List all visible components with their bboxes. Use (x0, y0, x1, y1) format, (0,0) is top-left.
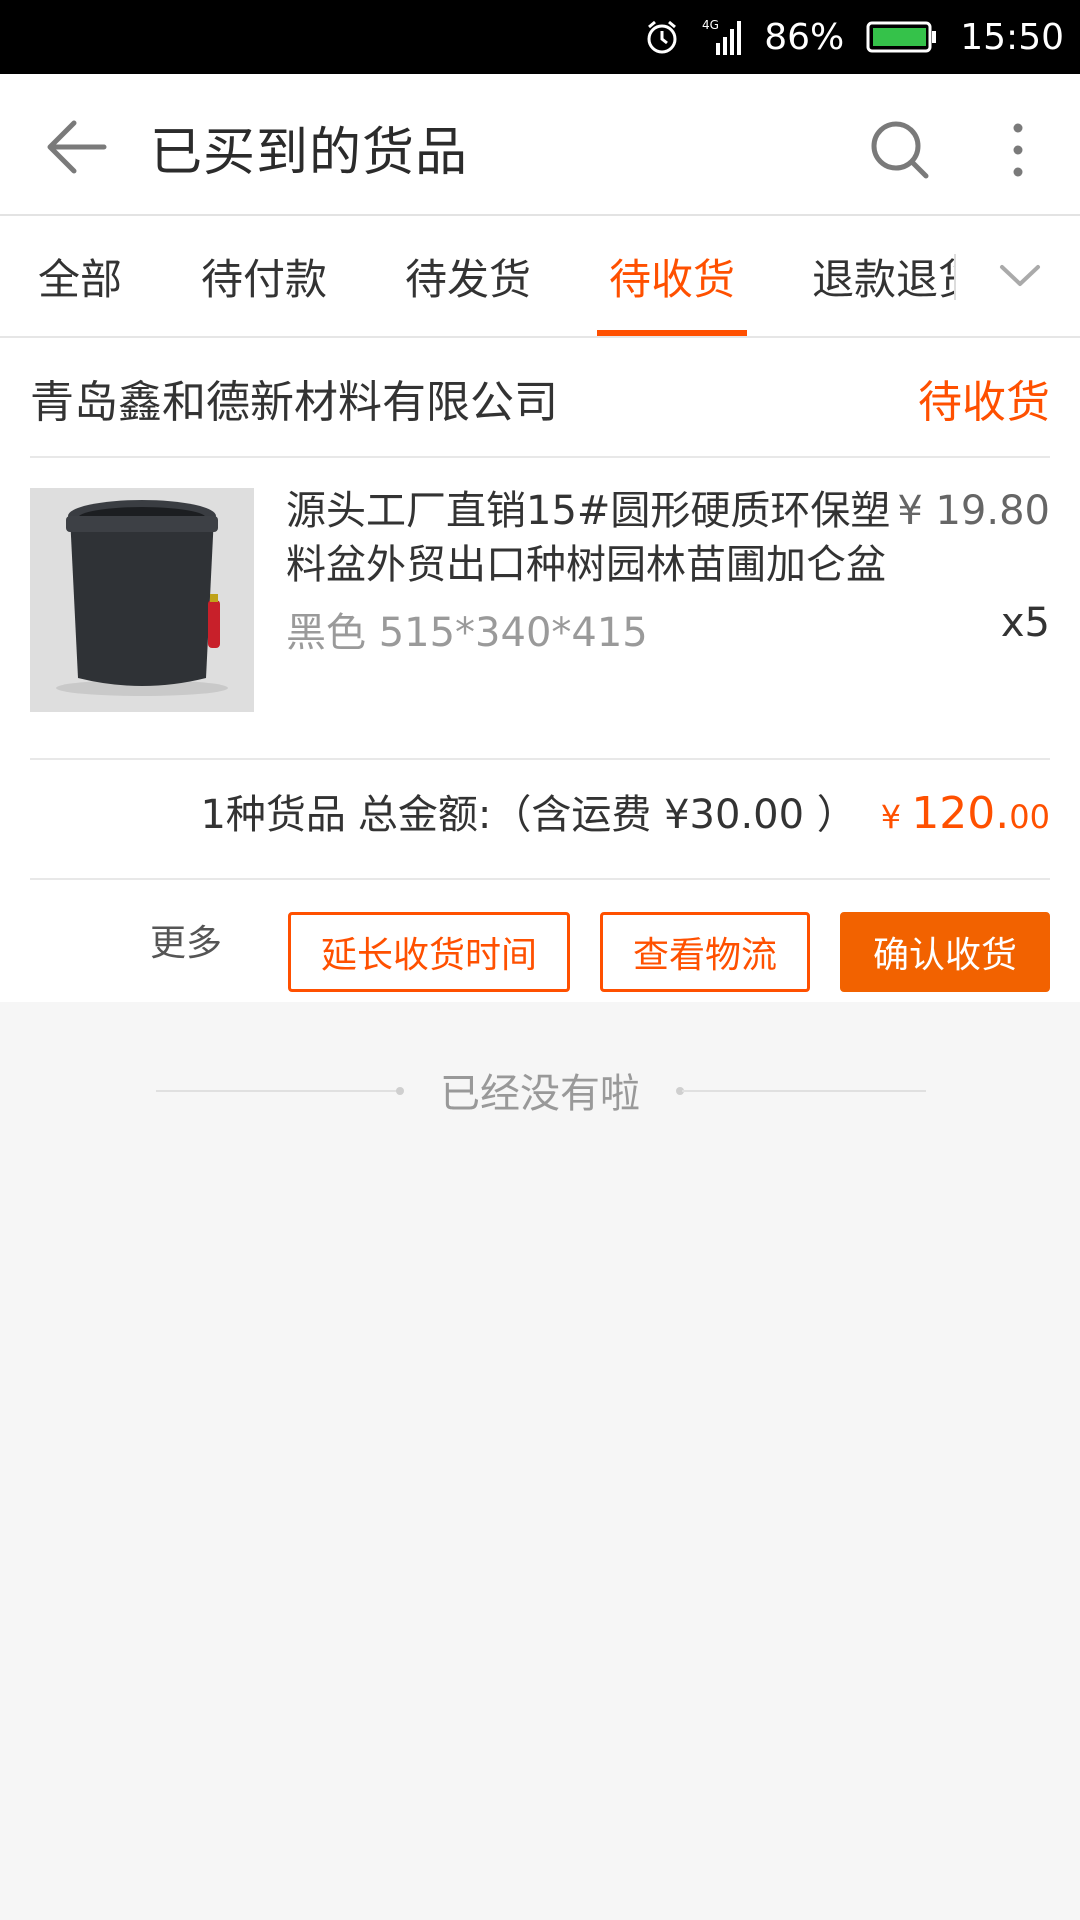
chevron-down-icon (1000, 265, 1040, 286)
expand-tabs-button[interactable] (990, 246, 1050, 306)
end-line-right (682, 1090, 926, 1092)
confirm-receipt-button[interactable]: 确认收货 (840, 912, 1050, 992)
tab-pending-shipment[interactable]: 待发货 (400, 216, 536, 336)
divider (30, 456, 1050, 458)
total-currency: ¥ (880, 798, 912, 836)
search-icon (871, 121, 929, 179)
battery-percent: 86% (764, 16, 845, 58)
product-spec: 黑色 515*340*415 (286, 610, 648, 656)
page-title: 已买到的货品 (150, 123, 469, 183)
item-count: 1种货品 (200, 792, 346, 838)
end-of-list-text: 已经没有啦 (440, 1071, 640, 1117)
order-status: 待收货 (918, 377, 1050, 428)
active-tab-indicator (597, 330, 747, 336)
battery-icon (866, 20, 938, 54)
product-image[interactable] (30, 488, 254, 712)
order-card[interactable]: 青岛鑫和德新材料有限公司 待收货 源头工厂直销15#圆形硬质环保塑料盆外贸出口种… (0, 338, 1080, 1002)
divider (30, 878, 1050, 880)
clock: 15:50 (960, 16, 1064, 58)
alarm-icon (644, 19, 680, 55)
total-decimal: 00 (1009, 798, 1050, 836)
order-summary: 1种货品 总金额:（含运费 ¥30.00 ） ¥ 120.00 (200, 782, 1050, 852)
extend-receipt-time-button[interactable]: 延长收货时间 (288, 912, 570, 992)
signal-icon: 4G (702, 17, 742, 57)
total-amount: ¥ 120.00 (881, 788, 1050, 839)
tab-refunds[interactable]: 退款退货 (812, 216, 954, 336)
tab-pending-receipt[interactable]: 待收货 (597, 216, 747, 336)
action-row: 更多 延长收货时间 查看物流 确认收货 (0, 900, 1080, 1002)
tab-divider (954, 254, 956, 300)
end-line-left (156, 1090, 400, 1092)
total-label: 总金额:（含运费 ¥30.00 ） (357, 792, 857, 838)
app-bar: 已买到的货品 (0, 74, 1080, 216)
tab-all[interactable]: 全部 (30, 216, 130, 336)
more-options-button[interactable] (990, 112, 1046, 188)
product-title[interactable]: 源头工厂直销15#圆形硬质环保塑料盆外贸出口种树园林苗圃加仑盆 (286, 484, 902, 592)
network-type-label: 4G (702, 18, 719, 32)
end-of-list-notice: 已经没有啦 (0, 1060, 1080, 1120)
status-bar: 4G 86% 15:50 (0, 0, 1080, 74)
end-dot-left (396, 1087, 404, 1095)
product-price: ¥ 19.80 (897, 488, 1050, 534)
tab-pending-payment[interactable]: 待付款 (196, 216, 332, 336)
tab-label: 待发货 (404, 254, 531, 304)
more-actions-link[interactable]: 更多 (150, 914, 222, 966)
product-quantity: x5 (1000, 600, 1050, 646)
back-arrow-icon (47, 120, 107, 174)
tab-label: 待收货 (608, 254, 735, 304)
tab-bar: 全部 待付款 待发货 待收货 退款退货 (0, 216, 1080, 338)
more-vertical-icon (1013, 123, 1023, 177)
shop-name[interactable]: 青岛鑫和德新材料有限公司 (30, 366, 558, 430)
tab-label: 退款退货 (812, 254, 954, 304)
view-logistics-button[interactable]: 查看物流 (600, 912, 810, 992)
tab-label: 全部 (37, 254, 122, 304)
back-button[interactable] (36, 112, 116, 182)
total-integer: 120. (911, 788, 1010, 839)
search-button[interactable] (862, 112, 938, 188)
divider (30, 758, 1050, 760)
plant-pot-image (30, 488, 254, 712)
tab-label: 待付款 (200, 254, 327, 304)
